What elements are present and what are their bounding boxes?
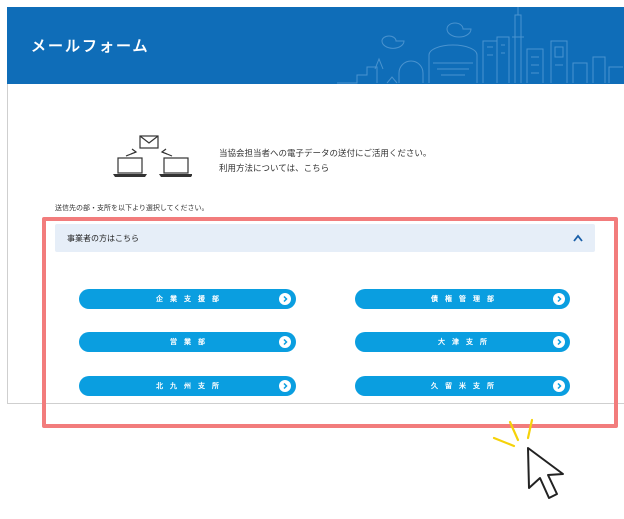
page-title: メールフォーム [31,37,150,55]
intro-line-1: 当協会担当者への電子データの送付にご活用ください。 [219,149,432,159]
instruction-text: 送信先の部・支所を以下より選択してください。 [55,204,209,212]
page-header: メールフォーム [7,7,624,84]
cursor-icon [492,418,564,499]
intro-text: 当協会担当者への電子データの送付にご活用ください。 利用方法については、こちら [219,147,431,177]
intro-line-2[interactable]: 利用方法については、こちら [219,162,431,177]
computers-email-icon [113,135,192,177]
highlight-box [42,217,618,428]
city-skyline-icon [337,7,623,84]
